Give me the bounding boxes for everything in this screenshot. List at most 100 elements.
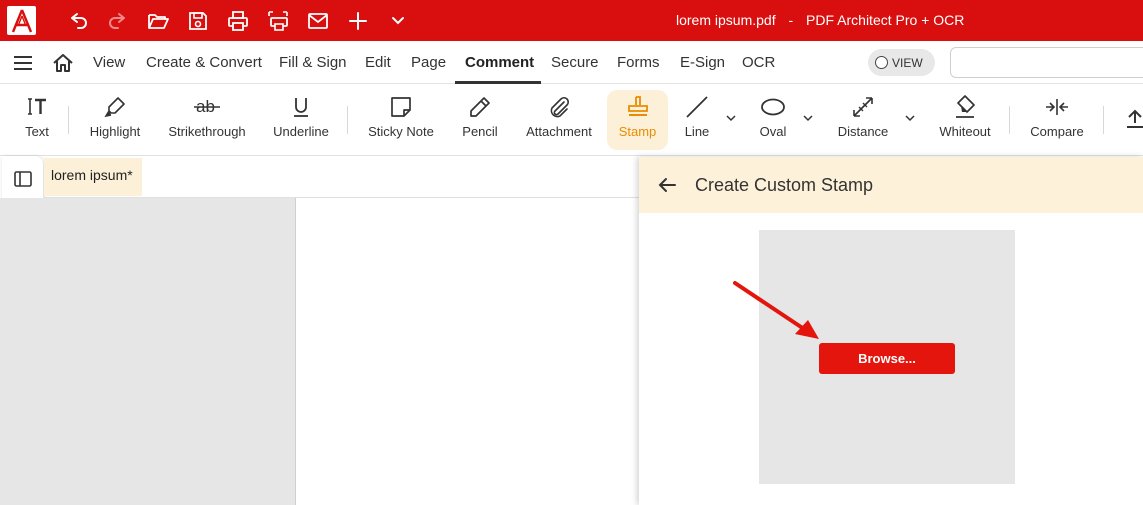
text-icon [23, 93, 51, 121]
app-logo[interactable] [7, 6, 36, 35]
ribbon-more-button[interactable] [1124, 108, 1143, 130]
highlight-icon [101, 93, 129, 121]
menu-secure[interactable]: Secure [551, 54, 599, 71]
oval-options-chevron-icon[interactable] [802, 112, 814, 124]
ribbon-divider [1103, 106, 1104, 134]
window-title: lorem ipsum.pdf - PDF Architect Pro + OC… [676, 12, 964, 28]
toggle-radio-icon [875, 56, 888, 69]
strikethrough-icon: ab [193, 93, 221, 121]
pdf-architect-logo-icon [11, 9, 32, 32]
underline-tool-label: Underline [273, 124, 329, 139]
menu-edit[interactable]: Edit [365, 54, 391, 71]
pencil-icon [466, 93, 494, 121]
mail-icon [308, 13, 328, 29]
document-tab[interactable]: lorem ipsum* [44, 158, 142, 196]
sticky-note-tool[interactable]: Sticky Note [366, 84, 436, 156]
hamburger-menu-button[interactable] [12, 53, 34, 73]
print-button[interactable] [226, 9, 250, 33]
stamp-icon [624, 93, 652, 121]
distance-tool[interactable]: Distance [835, 84, 891, 156]
menu-forms[interactable]: Forms [617, 54, 660, 71]
home-icon [53, 54, 73, 72]
underline-icon [287, 93, 315, 121]
redo-button[interactable] [106, 9, 130, 33]
distance-tool-label: Distance [837, 124, 889, 139]
create-custom-stamp-panel: Create Custom Stamp Browse... [639, 157, 1143, 505]
pencil-tool[interactable]: Pencil [459, 84, 501, 156]
quick-access-menu-button[interactable] [386, 9, 410, 33]
highlight-tool[interactable]: Highlight [86, 84, 144, 156]
annotation-arrow-icon [733, 281, 819, 339]
pencil-tool-label: Pencil [462, 124, 498, 139]
compare-tool-label: Compare [1030, 124, 1084, 139]
title-separator: - [788, 12, 794, 28]
menu-comment[interactable]: Comment [465, 54, 534, 71]
highlight-tool-label: Highlight [89, 124, 141, 139]
open-folder-icon [148, 14, 169, 29]
view-toggle-label: VIEW [892, 55, 923, 70]
text-tool[interactable]: Text [20, 84, 54, 156]
product-name: PDF Architect Pro + OCR [806, 12, 965, 28]
sticky-note-tool-label: Sticky Note [368, 124, 434, 139]
document-tab-label: lorem ipsum* [51, 167, 133, 183]
menu-view[interactable]: View [93, 54, 125, 71]
whiteout-tool[interactable]: Whiteout [937, 84, 993, 156]
compare-tool[interactable]: Compare [1028, 84, 1086, 156]
mail-button[interactable] [306, 9, 330, 33]
menu-e-sign[interactable]: E-Sign [680, 54, 725, 71]
strikethrough-tool-label: Strikethrough [168, 124, 246, 139]
line-tool-label: Line [684, 124, 710, 139]
document-page[interactable] [296, 198, 641, 505]
oval-tool[interactable]: Oval [756, 84, 790, 156]
undo-button[interactable] [66, 9, 90, 33]
title-bar: lorem ipsum.pdf - PDF Architect Pro + OC… [0, 0, 1143, 41]
stamp-tool-label: Stamp [618, 124, 657, 139]
ribbon-divider [1009, 106, 1010, 134]
home-button[interactable] [52, 52, 74, 74]
menu-create-convert[interactable]: Create & Convert [146, 54, 262, 71]
distance-icon [849, 93, 877, 121]
underline-tool[interactable]: Underline [272, 84, 330, 156]
compare-icon [1043, 93, 1071, 121]
ribbon-divider [68, 106, 69, 134]
browse-button[interactable]: Browse... [819, 343, 955, 374]
menu-page[interactable]: Page [411, 54, 446, 71]
document-canvas-margin [0, 198, 296, 505]
plus-icon [349, 12, 367, 30]
line-options-chevron-icon[interactable] [725, 112, 737, 124]
view-mode-toggle[interactable]: VIEW [868, 49, 935, 76]
menu-fill-sign[interactable]: Fill & Sign [279, 54, 347, 71]
distance-options-chevron-icon[interactable] [904, 112, 916, 124]
menu-ocr[interactable]: OCR [742, 54, 775, 71]
save-button[interactable] [186, 9, 210, 33]
search-input[interactable] [950, 47, 1143, 78]
whiteout-icon [951, 93, 979, 121]
strikethrough-tool[interactable]: ab Strikethrough [166, 84, 248, 156]
print-icon [228, 11, 248, 31]
scan-button[interactable] [266, 9, 290, 33]
hamburger-icon [14, 56, 32, 70]
panel-title: Create Custom Stamp [695, 175, 874, 195]
stamp-tool[interactable]: Stamp [607, 90, 668, 150]
open-button[interactable] [146, 9, 170, 33]
undo-icon [71, 13, 87, 29]
save-icon [189, 12, 207, 30]
file-name: lorem ipsum.pdf [676, 12, 776, 28]
redo-icon [109, 13, 125, 29]
ribbon-divider [347, 106, 348, 134]
add-button[interactable] [346, 9, 370, 33]
comment-ribbon: Text Highlight ab Strikethrough Underlin… [0, 84, 1143, 156]
line-icon [683, 93, 711, 121]
attachment-tool-label: Attachment [526, 124, 592, 139]
attachment-tool[interactable]: Attachment [523, 84, 595, 156]
whiteout-tool-label: Whiteout [939, 124, 991, 139]
line-tool[interactable]: Line [680, 84, 714, 156]
upload-icon [1127, 109, 1143, 128]
back-arrow-icon[interactable] [656, 174, 678, 196]
sidebar-toggle-icon[interactable] [13, 169, 33, 189]
oval-tool-label: Oval [759, 124, 787, 139]
attachment-icon [545, 93, 573, 121]
sticky-note-icon [387, 93, 415, 121]
panel-header: Create Custom Stamp [639, 157, 1143, 213]
scan-icon [268, 11, 288, 31]
